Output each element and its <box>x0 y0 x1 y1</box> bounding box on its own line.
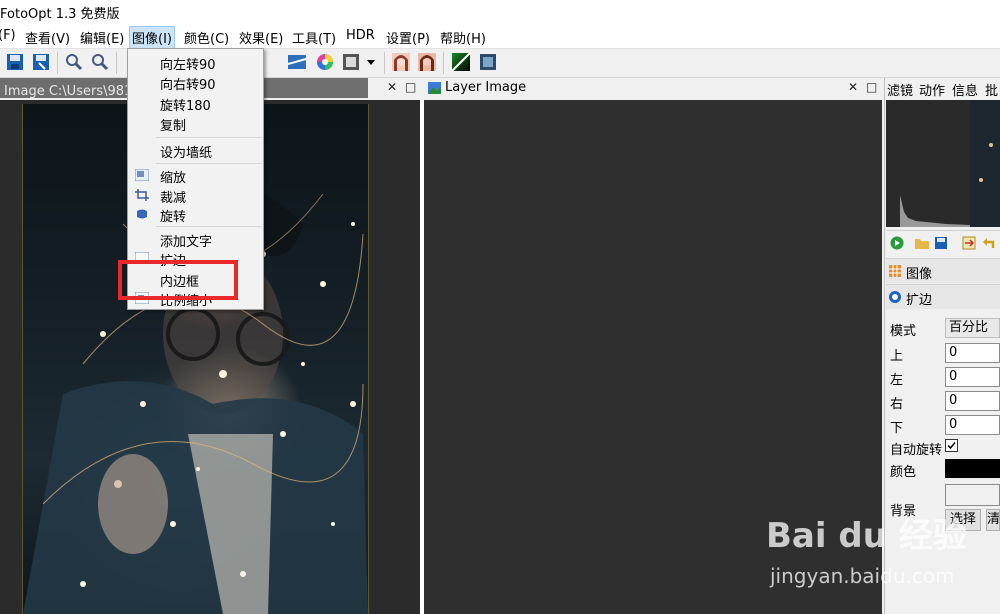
menu-view[interactable]: 查看(V) <box>25 28 70 47</box>
menu-item-duplicate[interactable]: 复制 <box>160 115 186 134</box>
close-icon[interactable]: ✕ <box>848 80 858 94</box>
menu-settings[interactable]: 设置(P) <box>386 28 430 47</box>
grid-icon <box>889 265 901 277</box>
menu-item-rotate-180[interactable]: 旋转180 <box>160 95 211 114</box>
toolbar-separator <box>443 52 444 74</box>
top-label: 上 <box>890 349 904 364</box>
save-icon[interactable] <box>4 51 26 73</box>
levels-icon[interactable] <box>286 51 308 73</box>
color-swatch[interactable] <box>945 459 1000 478</box>
image-icon <box>428 82 441 94</box>
menu-separator <box>156 137 262 138</box>
right-label: 右 <box>890 397 904 412</box>
left-label: 左 <box>890 373 904 388</box>
play-icon[interactable] <box>890 236 904 250</box>
section-image[interactable]: 图像 <box>886 258 1000 283</box>
menu-image[interactable]: 图像(I) <box>129 26 175 49</box>
menu-item-resize[interactable]: 缩放 <box>160 167 186 186</box>
top-input[interactable]: 0 <box>945 343 1000 363</box>
tab-info[interactable]: 信息 <box>952 80 978 99</box>
undo-icon[interactable] <box>982 236 996 250</box>
restore-icon[interactable]: □ <box>866 80 877 94</box>
menu-file[interactable]: (F) <box>0 28 16 43</box>
title-bar: FotoOpt 1.3 免费版 <box>0 0 1000 24</box>
highlight-box <box>118 260 238 300</box>
dropdown-arrow-icon[interactable] <box>364 51 378 73</box>
menu-effects[interactable]: 效果(E) <box>239 28 283 47</box>
background-input[interactable] <box>945 484 1000 506</box>
menu-item-rotate-right[interactable]: 向右转90 <box>160 74 216 93</box>
portrait-icon[interactable] <box>390 51 412 73</box>
histogram-preview <box>886 100 1000 227</box>
menu-separator <box>156 163 262 164</box>
bottom-label: 下 <box>890 421 904 436</box>
auto-rotate-checkbox[interactable] <box>945 439 958 452</box>
layer-image-tab-title: Layer Image <box>445 80 527 95</box>
zoom-in-icon[interactable] <box>63 51 85 73</box>
app-title: FotoOpt 1.3 免费版 <box>0 7 120 22</box>
menu-item-set-wallpaper[interactable]: 设为墙纸 <box>160 142 212 161</box>
menu-tools[interactable]: 工具(T) <box>292 28 336 47</box>
zoom-out-icon[interactable] <box>89 51 111 73</box>
auto-rotate-label: 自动旋转 <box>890 443 943 458</box>
restore-icon[interactable]: □ <box>405 80 416 94</box>
save-icon[interactable] <box>934 236 948 250</box>
menu-item-crop[interactable]: 裁减 <box>160 187 186 206</box>
radio-icon <box>889 291 901 303</box>
toolbar-separator <box>116 52 117 74</box>
left-input[interactable]: 0 <box>945 367 1000 387</box>
histogram-chart <box>900 100 1000 227</box>
tab-filters[interactable]: 滤镜 <box>887 80 913 99</box>
section-expand-label: 扩边 <box>906 293 933 308</box>
rotate-icon <box>137 209 147 219</box>
watermark-brand: Bai du 经验 <box>766 516 967 556</box>
portrait-icon[interactable] <box>416 51 438 73</box>
baidu-watermark: Bai du 经验 jingyan.baidu.com <box>766 508 967 588</box>
toolbar-separator <box>384 52 385 74</box>
frame-icon[interactable] <box>477 51 499 73</box>
save-as-icon[interactable] <box>30 51 52 73</box>
section-image-label: 图像 <box>906 267 933 282</box>
toolbar-separator <box>57 52 58 74</box>
watermark-url: jingyan.baidu.com <box>770 564 955 588</box>
tab-actions[interactable]: 动作 <box>919 80 945 99</box>
menu-item-rotate[interactable]: 旋转 <box>160 206 186 225</box>
menu-color[interactable]: 颜色(C) <box>184 28 229 47</box>
crop-icon <box>135 189 149 201</box>
checkmark-icon <box>947 442 956 450</box>
color-wheel-icon[interactable] <box>314 51 336 73</box>
right-input[interactable]: 0 <box>945 391 1000 411</box>
close-icon[interactable]: ✕ <box>387 80 397 94</box>
menu-item-add-text[interactable]: 添加文字 <box>160 231 212 250</box>
resize-icon <box>135 169 149 181</box>
film-strip-icon[interactable] <box>340 51 362 73</box>
section-expand[interactable]: 扩边 <box>886 284 1000 309</box>
color-label: 颜色 <box>890 465 917 480</box>
menu-bar: (F) 查看(V) 编辑(E) 图像(I) 颜色(C) 效果(E) 工具(T) … <box>0 24 1000 49</box>
open-folder-icon[interactable] <box>914 236 930 250</box>
mode-select[interactable]: 百分比 <box>945 318 1000 338</box>
mode-label: 模式 <box>890 324 917 339</box>
gradient-icon[interactable] <box>450 51 472 73</box>
clear-button[interactable]: 清 <box>986 509 1000 531</box>
menu-help[interactable]: 帮助(H) <box>440 28 486 47</box>
menu-hdr[interactable]: HDR <box>346 28 375 43</box>
import-icon[interactable] <box>962 236 976 250</box>
side-toolbar <box>886 230 1000 257</box>
layer-image-tab[interactable]: Layer Image <box>424 78 880 98</box>
menu-separator <box>156 226 262 227</box>
menu-edit[interactable]: 编辑(E) <box>80 28 124 47</box>
menu-item-rotate-left[interactable]: 向左转90 <box>160 54 216 73</box>
bottom-input[interactable]: 0 <box>945 415 1000 435</box>
